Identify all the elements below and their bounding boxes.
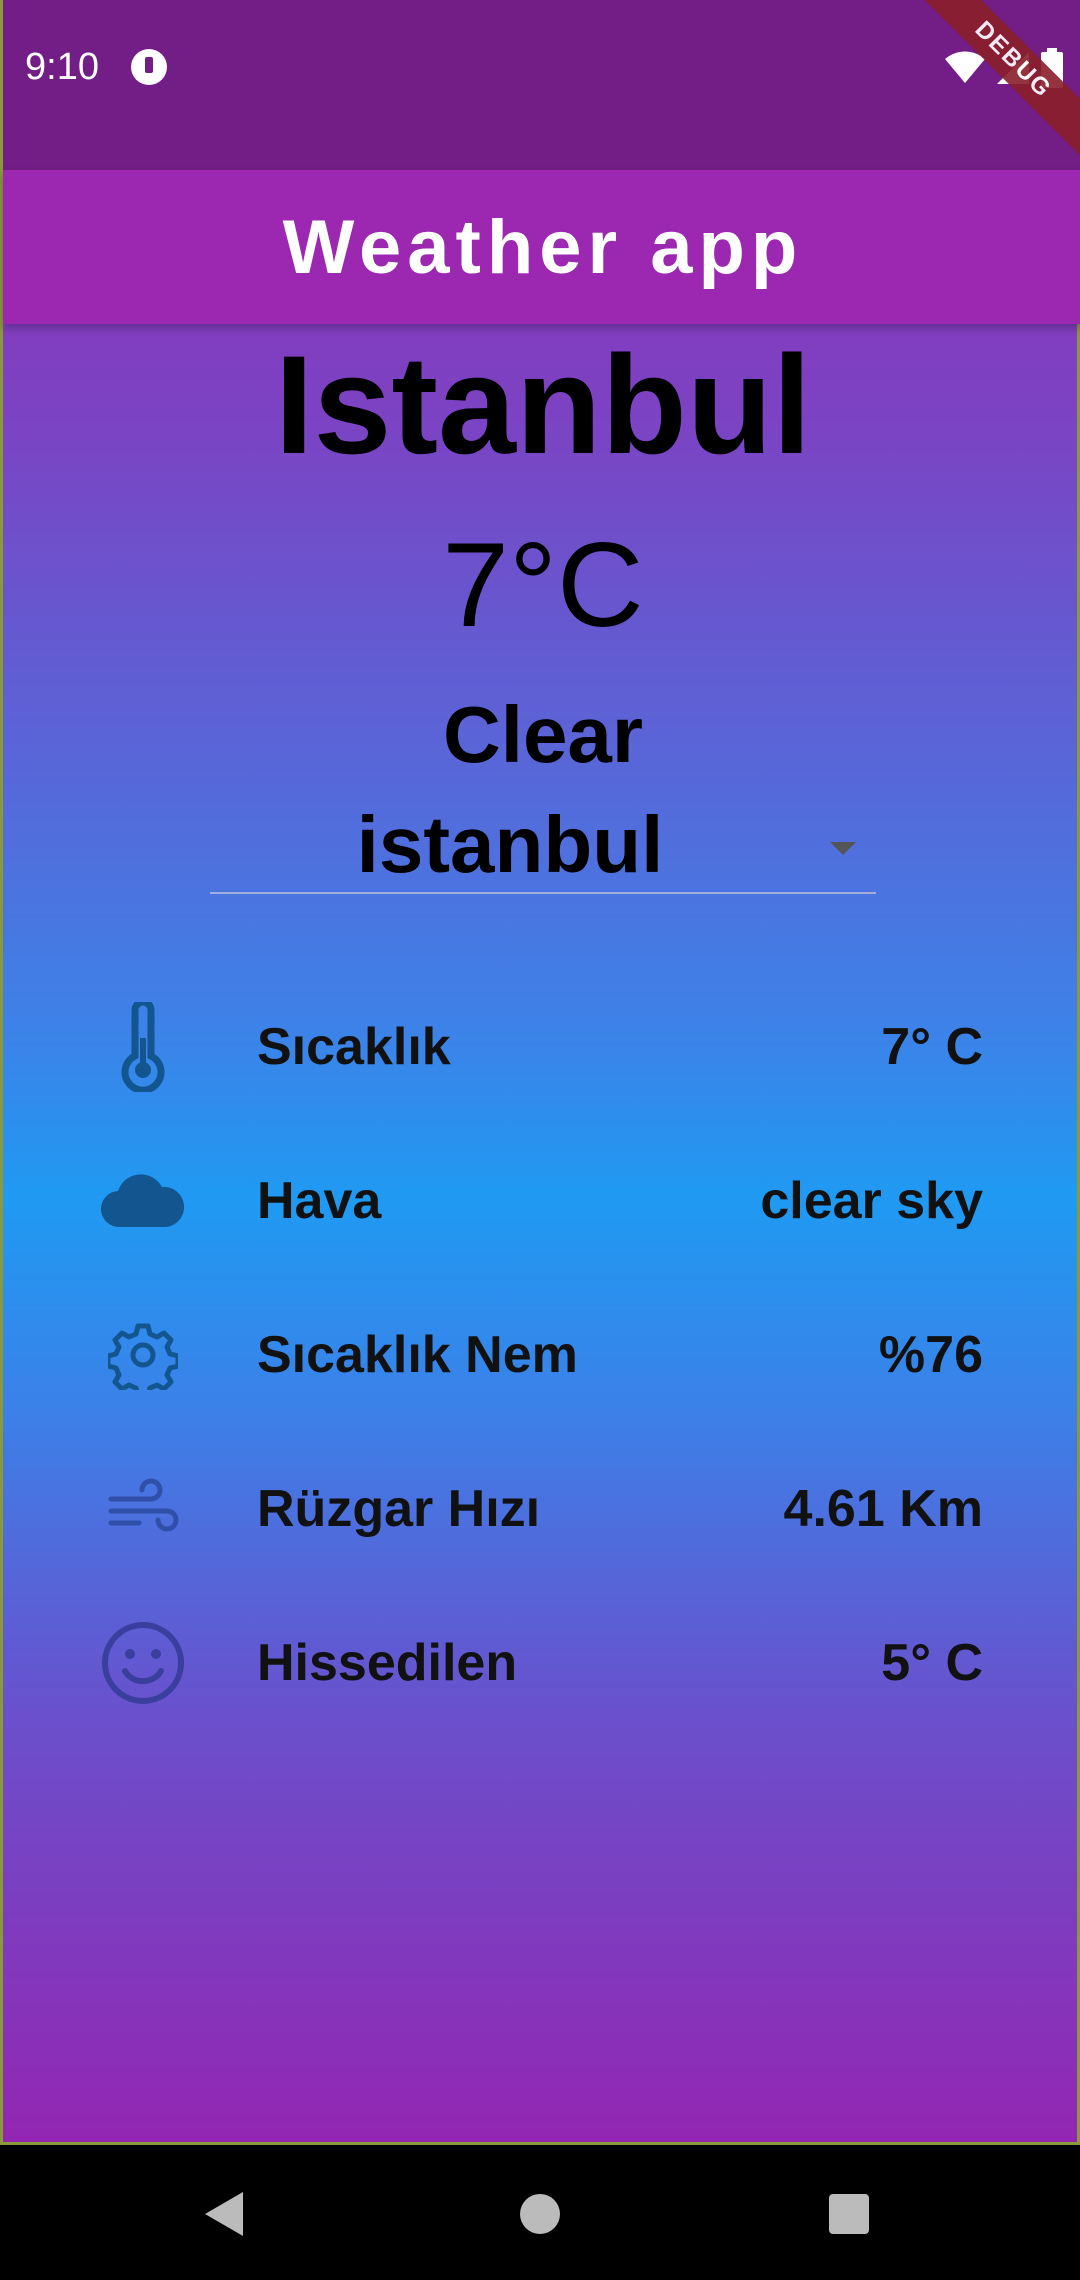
cloud-icon (93, 1161, 193, 1241)
app-screen: 9:10 DEBUG Weather app Istanbul 7°C Clea… (0, 0, 1080, 2145)
home-icon[interactable] (520, 2194, 560, 2234)
city-name: Istanbul (274, 326, 812, 483)
system-navigation-bar (0, 2148, 1080, 2280)
detail-row-temperature: Sıcaklık 7° C (93, 997, 983, 1097)
detail-value: 5° C (881, 1634, 983, 1692)
city-dropdown-value: istanbul (356, 800, 664, 889)
gear-icon (93, 1315, 193, 1395)
dropdown-arrow-icon (830, 842, 856, 855)
app-title: Weather app (282, 204, 804, 290)
detail-row-humidity: Sıcaklık Nem %76 (93, 1305, 983, 1405)
detail-label: Sıcaklık Nem (257, 1326, 578, 1384)
detail-value: %76 (878, 1326, 983, 1384)
status-bar: 9:10 DEBUG (3, 0, 1080, 170)
detail-label: Hava (257, 1172, 382, 1230)
city-dropdown[interactable]: istanbul (210, 800, 876, 894)
current-temperature: 7°C (442, 518, 644, 652)
detail-value: 4.61 Km (783, 1480, 983, 1538)
notification-app-icon (131, 49, 167, 85)
back-icon[interactable] (205, 2192, 243, 2236)
detail-value: clear sky (760, 1172, 983, 1230)
detail-label: Hissedilen (257, 1634, 518, 1692)
detail-value: 7° C (881, 1018, 983, 1076)
detail-row-weather: Hava clear sky (93, 1151, 983, 1251)
detail-label: Sıcaklık (257, 1018, 451, 1076)
detail-row-feels-like: Hissedilen 5° C (93, 1613, 983, 1713)
wifi-icon (945, 51, 985, 83)
smiley-icon (93, 1622, 193, 1704)
wind-icon (93, 1469, 193, 1549)
status-time: 9:10 (25, 46, 99, 88)
detail-row-wind: Rüzgar Hızı 4.61 Km (93, 1459, 983, 1559)
thermometer-icon (93, 1002, 193, 1092)
weather-condition: Clear (442, 690, 644, 779)
app-bar: Weather app (3, 170, 1080, 324)
detail-label: Rüzgar Hızı (257, 1480, 541, 1538)
recent-apps-icon[interactable] (829, 2194, 869, 2234)
